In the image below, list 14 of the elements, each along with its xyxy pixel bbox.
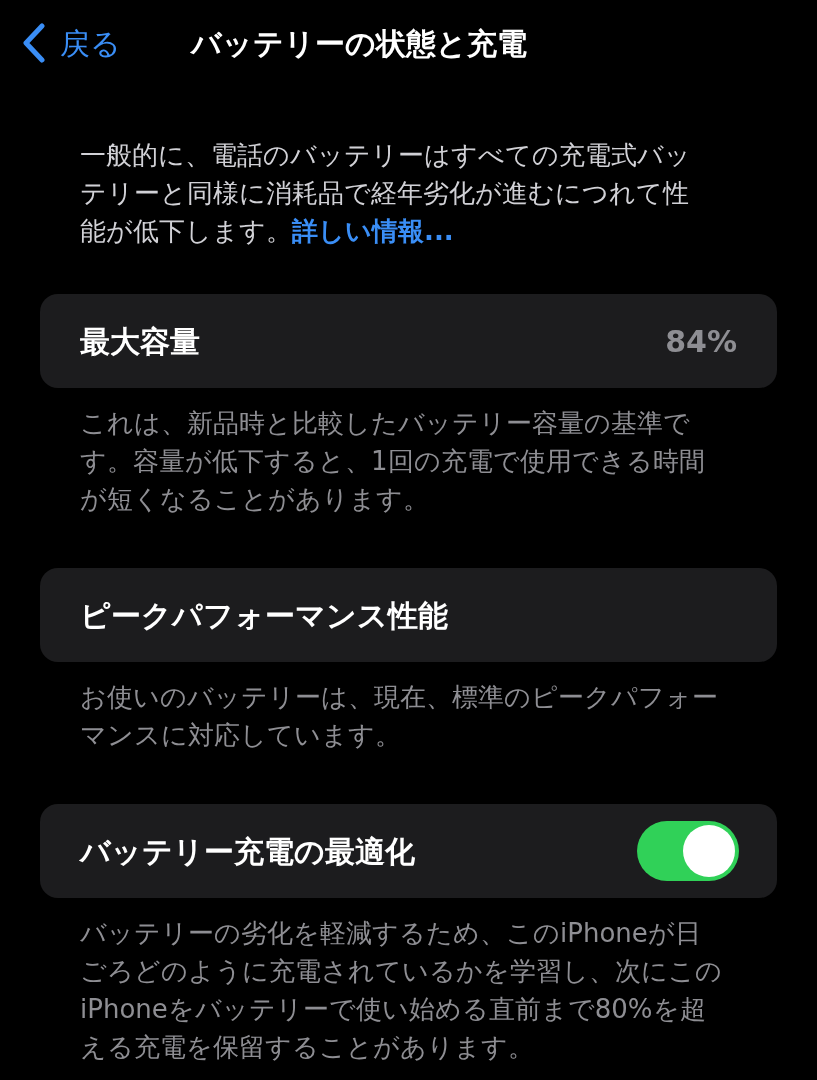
row-label: 最大容量 [80, 322, 200, 361]
settings-row[interactable]: バッテリー充電の最適化 [40, 804, 777, 898]
row-label: ピークパフォーマンス性能 [80, 596, 448, 635]
footer-note: お使いのバッテリーは、現在、標準のピークパフォーマンスに対応しています。 [80, 681, 719, 752]
intro-paragraph: 一般的に、電話のバッテリーはすべての充電式バッテリーと同様に消耗品で経年劣化が進むにつれて性能が低下します。詳しい情報... [80, 139, 692, 248]
footer-note: これは、新品時と比較したバッテリー容量の基準です。容量が低下すると、1回の充電で使用できる時間が短くなることがあります。 [80, 407, 706, 516]
row-label: バッテリー充電の最適化 [80, 832, 415, 871]
chevron-left-icon [22, 23, 46, 63]
row-value: 84% [665, 322, 737, 361]
screen-title: バッテリーの状態と充電 [191, 24, 527, 63]
toggle-switch[interactable] [637, 821, 739, 881]
footer-note: バッテリーの劣化を軽減するため、このiPhoneが日ごろどのように充電されているかを学習し、次にこのiPhoneをバッテリーで使い始める直前まで80%を超える充電を保留することがあります。 [80, 917, 723, 1064]
more-info-link[interactable]: 詳しい情報... [292, 216, 454, 246]
back-button[interactable]: 戻る [22, 20, 121, 66]
